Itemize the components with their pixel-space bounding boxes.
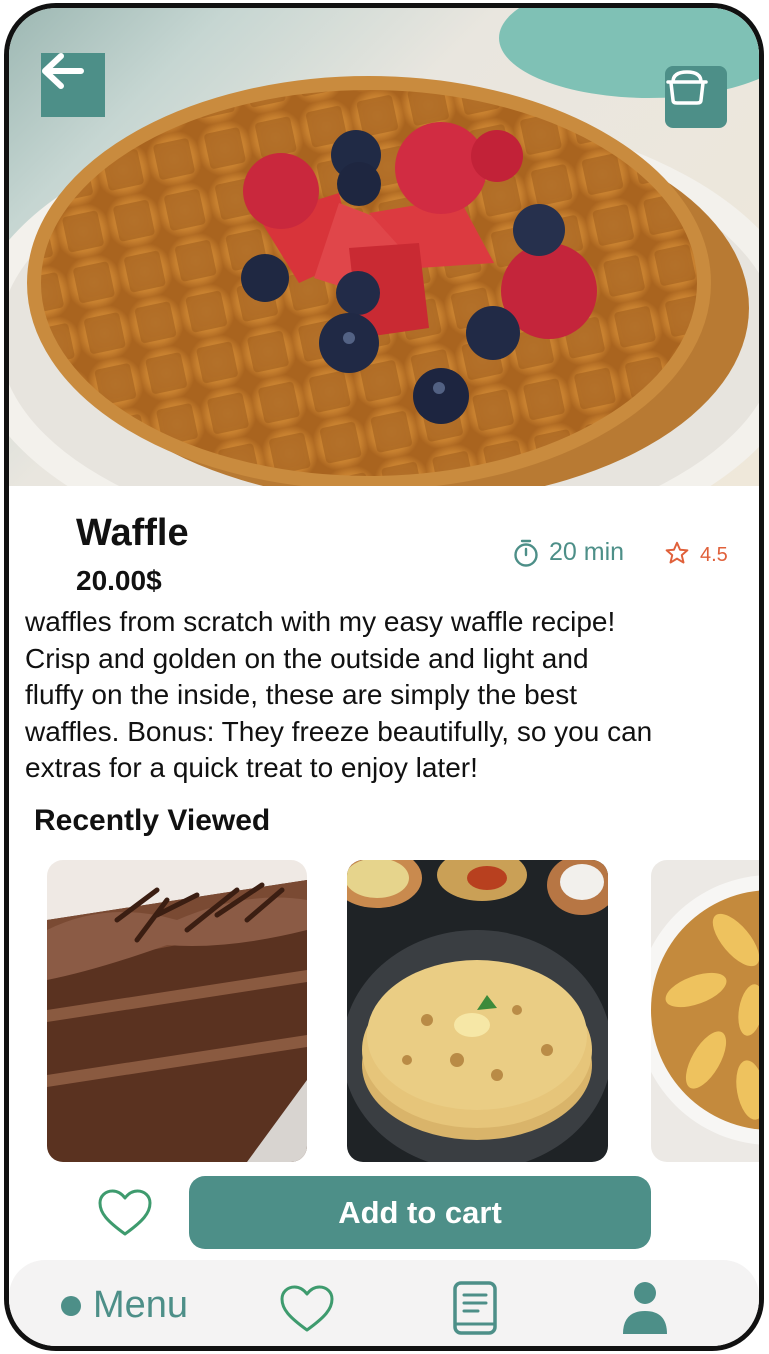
nav-profile[interactable] <box>621 1280 669 1341</box>
description-line: waffles from scratch with my easy waffle… <box>25 606 616 637</box>
star-icon <box>665 541 689 564</box>
nav-menu[interactable]: Menu <box>61 1284 188 1327</box>
bottom-nav: Menu <box>9 1260 759 1346</box>
waffle-hero-image <box>9 8 759 486</box>
heart-icon <box>280 1285 334 1332</box>
cooking-button[interactable] <box>665 66 727 128</box>
rating-value: 4.5 <box>700 544 728 566</box>
active-dot <box>61 1295 81 1316</box>
phone-frame: Waffle 20.00$ 20 min 4.5 waffles from sc… <box>4 3 764 1351</box>
recent-item-paratha[interactable] <box>347 860 608 1162</box>
back-button[interactable] <box>41 53 105 117</box>
description-line: extras for a quick treat to enjoy later! <box>25 752 478 783</box>
product-description: waffles from scratch with my easy waffle… <box>25 604 759 787</box>
recently-viewed-title: Recently Viewed <box>34 804 271 837</box>
nav-favorites[interactable] <box>279 1284 335 1339</box>
rating: 4.5 <box>664 538 728 567</box>
description-line: fluffy on the inside, these are simply t… <box>25 679 578 710</box>
description-line: Crisp and golden on the outside and ligh… <box>25 642 589 674</box>
timer-icon <box>514 539 538 567</box>
recipe-book-icon <box>453 1281 497 1335</box>
recent-item-chocolate-cake[interactable] <box>47 860 307 1162</box>
recent-item-pear-cake[interactable] <box>651 860 759 1162</box>
cooking-time-value: 20 min <box>549 538 625 566</box>
arrow-left-icon <box>42 53 84 89</box>
cooking-pot-icon <box>666 70 708 105</box>
description-line: waffles. Bonus: They freeze beautifully,… <box>25 715 653 747</box>
add-to-cart-button[interactable]: Add to cart <box>189 1176 651 1249</box>
favorite-button[interactable] <box>97 1188 153 1238</box>
cooking-time: 20 min <box>513 538 624 567</box>
product-title: Waffle <box>76 512 189 554</box>
nav-menu-label: Menu <box>93 1284 189 1326</box>
user-icon <box>623 1282 667 1334</box>
heart-icon <box>98 1189 152 1236</box>
product-price: 20.00$ <box>76 565 162 596</box>
nav-recipes[interactable] <box>452 1280 498 1341</box>
